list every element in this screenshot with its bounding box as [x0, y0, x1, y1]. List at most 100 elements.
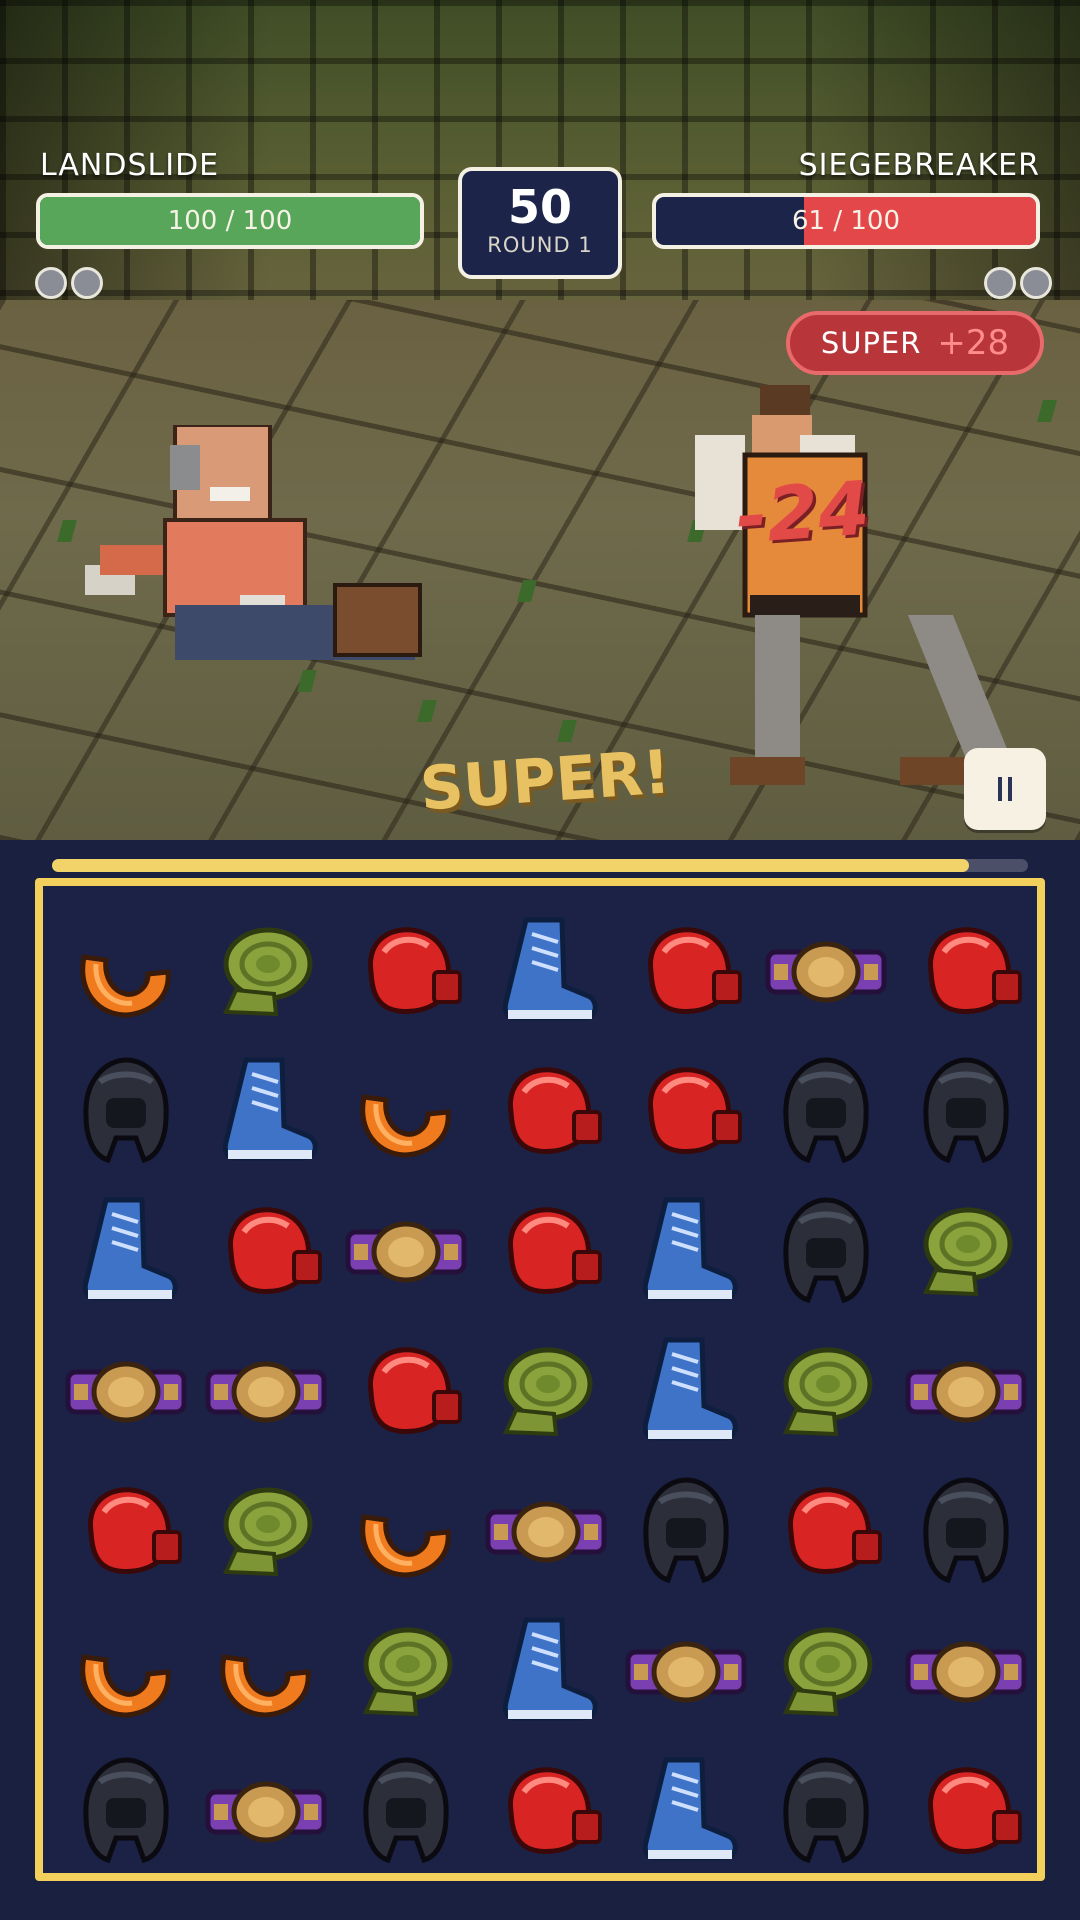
hand-wraps-icon: [922, 1207, 1013, 1297]
headgear-icon: [643, 1477, 729, 1584]
boxing-boot-icon: [502, 917, 598, 1021]
pause-button[interactable]: [964, 748, 1046, 830]
board-tile-boxing-boot[interactable]: [476, 902, 616, 1042]
player-round-pip: [71, 267, 103, 299]
timer-value: 50: [507, 180, 572, 234]
board-tile-boxing-glove[interactable]: [56, 1462, 196, 1602]
board-tile-headgear[interactable]: [336, 1742, 476, 1882]
opponent-fighter-sprite: [695, 385, 1010, 785]
headgear-icon: [783, 1057, 869, 1164]
championship-belt-icon: [905, 1361, 1027, 1423]
boxing-glove-icon: [648, 1067, 742, 1154]
board-tile-championship-belt[interactable]: [476, 1462, 616, 1602]
board-tile-headgear[interactable]: [56, 1742, 196, 1882]
board-tile-boxing-glove[interactable]: [476, 1182, 616, 1322]
board-tile-championship-belt[interactable]: [56, 1322, 196, 1462]
boxing-glove-icon: [88, 1487, 182, 1574]
super-bonus-badge: SUPER +28: [786, 311, 1044, 375]
board-tile-boxing-boot[interactable]: [616, 1322, 756, 1462]
mouthguard-icon: [360, 1514, 451, 1578]
boxing-glove-icon: [508, 1067, 602, 1154]
boxing-glove-icon: [508, 1207, 602, 1294]
championship-belt-icon: [205, 1361, 327, 1423]
board-tile-mouthguard[interactable]: [56, 902, 196, 1042]
board-tile-mouthguard[interactable]: [196, 1602, 336, 1742]
board-tile-boxing-glove[interactable]: [896, 1742, 1036, 1882]
board-tile-boxing-boot[interactable]: [616, 1182, 756, 1322]
board-tile-hand-wraps[interactable]: [756, 1602, 896, 1742]
board-tile-boxing-boot[interactable]: [476, 1602, 616, 1742]
board-tile-hand-wraps[interactable]: [896, 1182, 1036, 1322]
board-tile-hand-wraps[interactable]: [476, 1322, 616, 1462]
boxing-boot-icon: [642, 1757, 738, 1861]
boxing-glove-icon: [508, 1767, 602, 1854]
boxing-glove-icon: [928, 1767, 1022, 1854]
board-tile-mouthguard[interactable]: [56, 1602, 196, 1742]
championship-belt-icon: [205, 1781, 327, 1843]
board-tile-headgear[interactable]: [896, 1462, 1036, 1602]
board-tile-headgear[interactable]: [756, 1042, 896, 1182]
board-tile-boxing-glove[interactable]: [476, 1042, 616, 1182]
board-tile-championship-belt[interactable]: [196, 1322, 336, 1462]
board-tile-boxing-glove[interactable]: [756, 1462, 896, 1602]
boxing-boot-icon: [642, 1197, 738, 1301]
damage-popup: -24: [733, 465, 873, 561]
board-tile-headgear[interactable]: [616, 1462, 756, 1602]
board-tile-hand-wraps[interactable]: [756, 1322, 896, 1462]
player-health-bar: 100 / 100: [36, 193, 424, 249]
board-tile-hand-wraps[interactable]: [196, 902, 336, 1042]
boxing-boot-icon: [502, 1617, 598, 1721]
board-tile-championship-belt[interactable]: [756, 902, 896, 1042]
mouthguard-icon: [220, 1654, 311, 1718]
board-tile-hand-wraps[interactable]: [196, 1462, 336, 1602]
board-tile-boxing-glove[interactable]: [336, 1322, 476, 1462]
hand-wraps-icon: [222, 927, 313, 1017]
opponent-health-bar: 61 / 100: [652, 193, 1040, 249]
opponent-name: SIEGEBREAKER: [798, 148, 1040, 183]
championship-belt-icon: [625, 1641, 747, 1703]
match-board: [35, 878, 1045, 1881]
hand-wraps-icon: [222, 1487, 313, 1577]
board-tile-boxing-glove[interactable]: [336, 902, 476, 1042]
boxing-glove-icon: [928, 927, 1022, 1014]
board-tile-championship-belt[interactable]: [196, 1742, 336, 1882]
mouthguard-icon: [80, 954, 171, 1018]
board-tile-boxing-glove[interactable]: [196, 1182, 336, 1322]
boxing-glove-icon: [368, 927, 462, 1014]
board-tile-headgear[interactable]: [56, 1042, 196, 1182]
board-tile-boxing-boot[interactable]: [196, 1042, 336, 1182]
board-tile-championship-belt[interactable]: [896, 1322, 1036, 1462]
championship-belt-icon: [485, 1501, 607, 1563]
player-health-text: 100 / 100: [167, 206, 293, 236]
board-tile-boxing-glove[interactable]: [616, 902, 756, 1042]
board-tile-headgear[interactable]: [756, 1182, 896, 1322]
move-progress-fill: [52, 859, 970, 872]
player-round-pip: [35, 267, 67, 299]
board-tile-championship-belt[interactable]: [616, 1602, 756, 1742]
mouthguard-icon: [80, 1654, 171, 1718]
board-tile-boxing-glove[interactable]: [896, 902, 1036, 1042]
board-tile-boxing-glove[interactable]: [616, 1042, 756, 1182]
championship-belt-icon: [765, 941, 887, 1003]
board-tile-mouthguard[interactable]: [336, 1462, 476, 1602]
board-tile-boxing-glove[interactable]: [476, 1742, 616, 1882]
boxing-glove-icon: [788, 1487, 882, 1574]
board-tile-headgear[interactable]: [756, 1742, 896, 1882]
arena-scene: -24 SUPER!: [0, 0, 1080, 840]
board-tile-boxing-boot[interactable]: [616, 1742, 756, 1882]
boxing-glove-icon: [368, 1347, 462, 1434]
headgear-icon: [783, 1197, 869, 1304]
board-tile-headgear[interactable]: [896, 1042, 1036, 1182]
boxing-boot-icon: [82, 1197, 178, 1301]
hand-wraps-icon: [362, 1627, 453, 1717]
board-tile-mouthguard[interactable]: [336, 1042, 476, 1182]
championship-belt-icon: [345, 1221, 467, 1283]
mouthguard-icon: [360, 1094, 451, 1158]
boxing-boot-icon: [642, 1337, 738, 1441]
board-tile-hand-wraps[interactable]: [336, 1602, 476, 1742]
hand-wraps-icon: [782, 1347, 873, 1437]
board-tile-championship-belt[interactable]: [336, 1182, 476, 1322]
board-tile-boxing-boot[interactable]: [56, 1182, 196, 1322]
super-label: SUPER: [820, 326, 922, 360]
board-tile-championship-belt[interactable]: [896, 1602, 1036, 1742]
